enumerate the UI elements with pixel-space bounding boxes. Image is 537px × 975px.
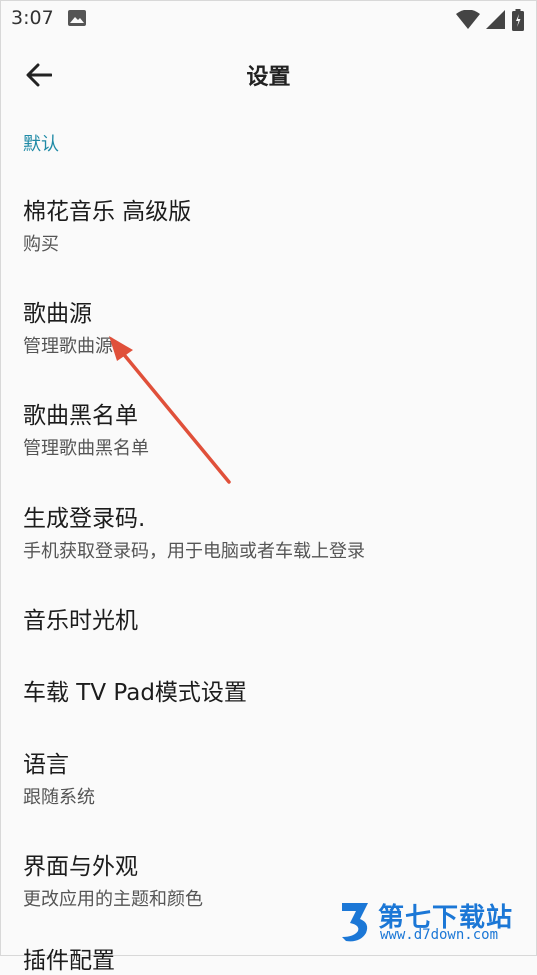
pref-song-source[interactable]: 歌曲源 管理歌曲源: [1, 283, 536, 369]
pref-car-tv-pad-mode[interactable]: 车载 TV Pad模式设置: [1, 663, 536, 719]
signal-icon: [486, 10, 506, 34]
battery-icon: [512, 9, 524, 35]
app-bar: 设置: [1, 37, 536, 117]
status-time: 3:07: [11, 7, 54, 29]
pref-summary: 跟随系统: [23, 787, 95, 808]
pref-title: 歌曲源: [23, 301, 92, 327]
pref-time-machine[interactable]: 音乐时光机: [1, 591, 536, 647]
pref-title: 生成登录码.: [23, 506, 146, 532]
pref-title: 音乐时光机: [23, 608, 138, 634]
section-header-default: 默认: [23, 134, 59, 155]
pref-summary: 管理歌曲黑名单: [23, 438, 149, 459]
status-bar: 3:07: [1, 1, 536, 37]
pref-summary: 更改应用的主题和颜色: [23, 889, 203, 910]
pref-title: 语言: [23, 752, 69, 778]
pref-login-code[interactable]: 生成登录码. 手机获取登录码，用于电脑或者车载上登录: [1, 488, 536, 574]
pref-song-blacklist[interactable]: 歌曲黑名单 管理歌曲黑名单: [1, 385, 536, 471]
pref-summary: 管理歌曲源: [23, 336, 113, 357]
page-title: 设置: [246, 65, 291, 90]
d7-logo-icon: [338, 899, 374, 947]
image-icon: [68, 10, 86, 30]
pref-summary: 手机获取登录码，用于电脑或者车载上登录: [23, 541, 365, 562]
watermark-logo: 第七下载站 www.d7down.com: [338, 897, 528, 947]
pref-language[interactable]: 语言 跟随系统: [1, 734, 536, 820]
pref-premium[interactable]: 棉花音乐 高级版 购买: [1, 181, 536, 267]
watermark-url: www.d7down.com: [380, 927, 499, 943]
pref-summary: 购买: [23, 234, 59, 255]
pref-title: 棉花音乐 高级版: [23, 199, 192, 225]
pref-title: 界面与外观: [23, 854, 138, 880]
wifi-icon: [456, 9, 480, 34]
pref-plugin-config[interactable]: 插件配置: [23, 941, 115, 975]
pref-title: 歌曲黑名单: [23, 403, 138, 429]
pref-title: 车载 TV Pad模式设置: [23, 680, 247, 706]
